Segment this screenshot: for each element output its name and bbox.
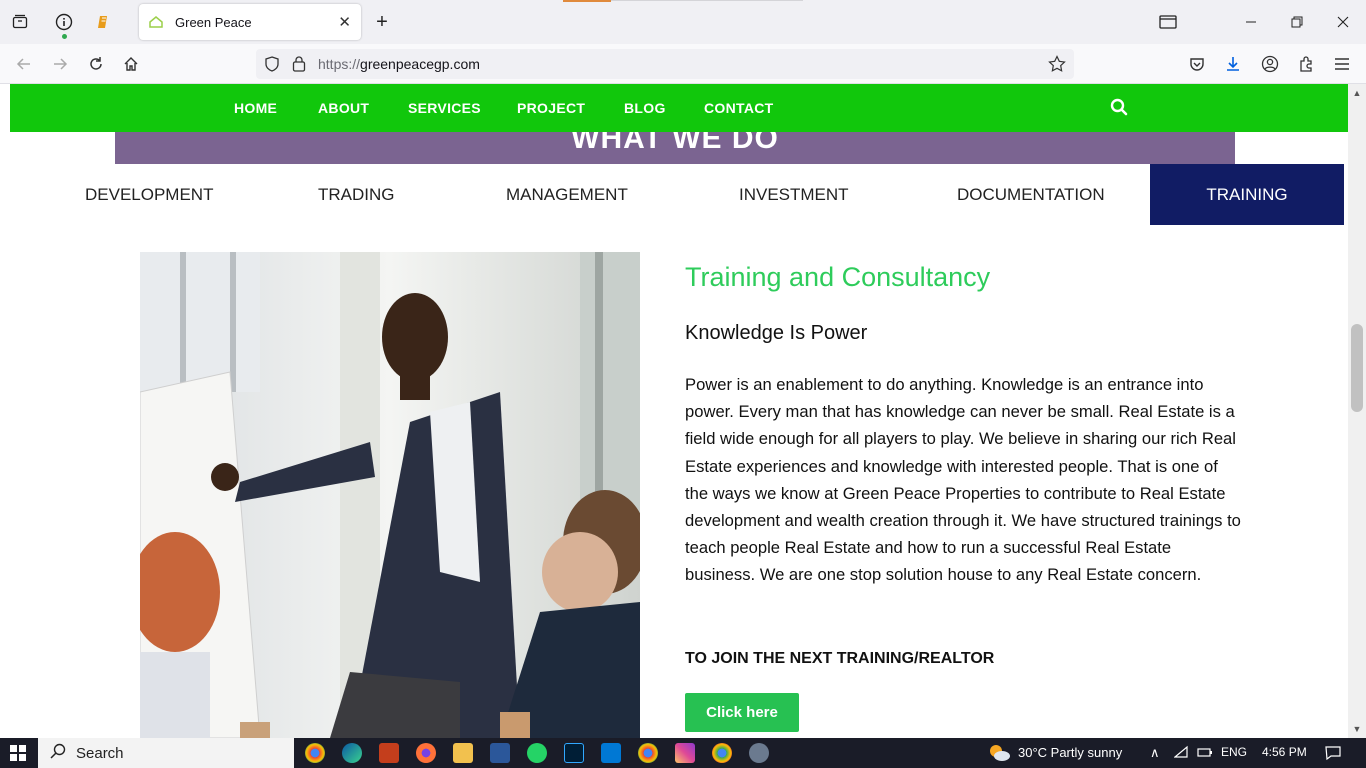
bookmark-star-icon[interactable] (1048, 55, 1066, 78)
url-host: greenpeacegp.com (360, 56, 480, 72)
browser-navigation-bar: https://greenpeacegp.com (0, 44, 1366, 84)
photoshop-icon[interactable] (564, 743, 584, 763)
back-arrow-icon[interactable] (12, 52, 36, 76)
windows-start-icon[interactable] (10, 745, 26, 761)
tab-indicator-dot (62, 34, 67, 39)
page-scrollbar[interactable]: ▲ ▼ (1348, 84, 1366, 738)
service-tabs: DEVELOPMENT TRADING MANAGEMENT INVESTMEN… (0, 164, 1348, 225)
tab-title: Green Peace (175, 14, 252, 30)
notifications-icon[interactable] (1325, 745, 1341, 764)
browser-tab-strip: Green Peace ✕ + (0, 0, 1366, 44)
join-training-label: TO JOIN THE NEXT TRAINING/REALTOR (685, 650, 995, 667)
section-heading: WHAT WE DO (571, 132, 779, 155)
downloads-icon[interactable] (1221, 52, 1245, 76)
chrome-profile-icon[interactable] (638, 743, 658, 763)
tab-development[interactable]: DEVELOPMENT (85, 185, 213, 205)
nav-contact[interactable]: CONTACT (704, 100, 774, 116)
tab-trading[interactable]: TRADING (318, 185, 395, 205)
extensions-icon[interactable] (1294, 52, 1318, 76)
tab-documentation[interactable]: DOCUMENTATION (957, 185, 1105, 205)
settings-gear-icon[interactable] (749, 743, 769, 763)
reload-icon[interactable] (84, 52, 108, 76)
what-we-do-banner: WHAT WE DO (115, 132, 1235, 164)
taskbar-search-label: Search (76, 744, 124, 762)
scroll-down-arrow-icon[interactable]: ▼ (1348, 722, 1366, 736)
edge-icon[interactable] (342, 743, 362, 763)
nav-home[interactable]: HOME (234, 100, 277, 116)
menu-hamburger-icon[interactable] (1330, 52, 1354, 76)
lock-icon[interactable] (292, 55, 306, 77)
word-icon[interactable] (490, 743, 510, 763)
windows-taskbar: Search 30°C Partly sunny ∧ ENG 4:56 PM (0, 738, 1366, 768)
firefox-icon[interactable] (416, 743, 436, 763)
site-navigation: HOME ABOUT SERVICES PROJECT BLOG CONTACT (10, 84, 1348, 132)
site-info-icon[interactable] (52, 10, 76, 34)
scrollbar-thumb[interactable] (1351, 324, 1363, 412)
url-text[interactable]: https://greenpeacegp.com (318, 56, 480, 72)
nav-about[interactable]: ABOUT (318, 100, 369, 116)
search-icon (50, 743, 66, 764)
tab-highlight (563, 0, 611, 2)
greenpeace-favicon (149, 14, 165, 30)
chrome-icon[interactable] (305, 743, 325, 763)
tab-training[interactable]: TRAINING (1150, 164, 1344, 225)
tab-management[interactable]: MANAGEMENT (506, 185, 628, 205)
pinned-tab-icon[interactable] (92, 10, 116, 34)
window-close-icon[interactable] (1331, 10, 1355, 34)
scroll-up-arrow-icon[interactable]: ▲ (1348, 86, 1366, 100)
tab-investment[interactable]: INVESTMENT (739, 185, 849, 205)
language-indicator[interactable]: ENG (1221, 745, 1247, 759)
home-icon[interactable] (119, 52, 143, 76)
address-bar[interactable]: https://greenpeacegp.com (256, 49, 1074, 79)
nav-blog[interactable]: BLOG (624, 100, 666, 116)
site-search-icon[interactable] (1110, 98, 1130, 118)
battery-icon[interactable] (1197, 745, 1213, 762)
tab-list-icon[interactable] (1156, 10, 1180, 34)
weather-text[interactable]: 30°C Partly sunny (1018, 745, 1122, 760)
active-tab[interactable]: Green Peace ✕ (139, 4, 361, 40)
account-icon[interactable] (1258, 52, 1282, 76)
nav-project[interactable]: PROJECT (517, 100, 585, 116)
nav-services[interactable]: SERVICES (408, 100, 481, 116)
training-photo (140, 252, 640, 738)
clock[interactable]: 4:56 PM (1262, 745, 1307, 759)
content-title: Training and Consultancy (685, 262, 991, 292)
instagram-icon[interactable] (675, 743, 695, 763)
click-here-button[interactable]: Click here (685, 693, 799, 732)
new-tab-icon[interactable]: + (370, 10, 394, 34)
tab-divider (611, 0, 803, 1)
content-subtitle: Knowledge Is Power (685, 322, 868, 344)
network-icon[interactable] (1173, 745, 1190, 762)
forward-arrow-icon[interactable] (48, 52, 72, 76)
content-paragraph: Power is an enablement to do anything. K… (685, 375, 1241, 585)
pocket-icon[interactable] (1185, 52, 1209, 76)
file-explorer-icon[interactable] (453, 743, 473, 763)
collections-icon[interactable] (8, 10, 32, 34)
close-tab-icon[interactable]: ✕ (338, 13, 351, 31)
url-protocol: https:// (318, 56, 361, 72)
chrome-alt-icon[interactable] (712, 743, 732, 763)
whatsapp-icon[interactable] (527, 743, 547, 763)
taskbar-search[interactable]: Search (38, 738, 294, 768)
powerpoint-icon[interactable] (379, 743, 399, 763)
weather-icon[interactable] (987, 743, 1011, 763)
show-hidden-icons-icon[interactable]: ∧ (1150, 745, 1160, 761)
minimize-icon[interactable] (1239, 10, 1263, 34)
restore-icon[interactable] (1285, 10, 1309, 34)
vscode-icon[interactable] (601, 743, 621, 763)
tracking-shield-icon[interactable] (264, 56, 280, 77)
web-page: HOME ABOUT SERVICES PROJECT BLOG CONTACT… (0, 84, 1348, 738)
